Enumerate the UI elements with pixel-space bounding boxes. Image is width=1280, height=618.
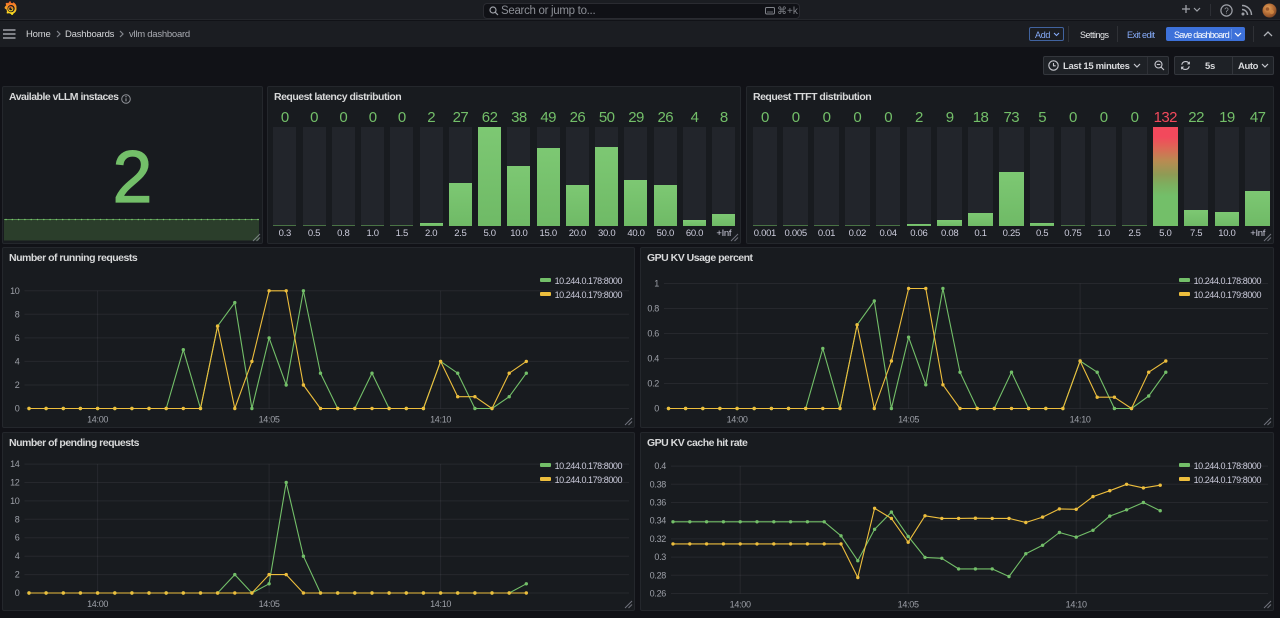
svg-text:10: 10 [10,496,20,506]
svg-text:14:00: 14:00 [730,600,751,610]
svg-text:0.4: 0.4 [647,354,659,364]
svg-text:14:00: 14:00 [87,415,108,425]
svg-text:0: 0 [15,588,20,598]
svg-text:0.38: 0.38 [650,479,667,489]
svg-text:14:05: 14:05 [898,415,919,425]
svg-text:0.4: 0.4 [654,461,666,471]
svg-text:0: 0 [15,404,20,414]
svg-text:8: 8 [15,309,20,319]
svg-text:0.36: 0.36 [650,498,667,508]
svg-text:4: 4 [15,551,20,561]
svg-text:14:05: 14:05 [898,600,919,610]
svg-text:1: 1 [654,279,659,289]
svg-text:12: 12 [10,478,20,488]
svg-text:14:10: 14:10 [430,415,451,425]
svg-text:0.8: 0.8 [647,304,659,314]
svg-text:14:05: 14:05 [259,599,280,609]
svg-text:6: 6 [15,533,20,543]
svg-text:10: 10 [10,286,20,296]
svg-text:8: 8 [15,514,20,524]
svg-text:0.32: 0.32 [650,534,667,544]
svg-text:14:10: 14:10 [430,599,451,609]
svg-text:14:00: 14:00 [727,415,748,425]
svg-text:0.28: 0.28 [650,570,667,580]
svg-text:4: 4 [15,356,20,366]
svg-text:14:10: 14:10 [1070,415,1091,425]
svg-text:0.26: 0.26 [650,589,667,599]
svg-text:14:05: 14:05 [259,415,280,425]
svg-text:6: 6 [15,333,20,343]
svg-text:2: 2 [15,380,20,390]
svg-text:0.3: 0.3 [654,552,666,562]
svg-text:0: 0 [654,404,659,414]
svg-text:?: ? [1224,6,1229,15]
svg-text:2: 2 [15,570,20,580]
svg-text:0.6: 0.6 [647,329,659,339]
svg-text:0.34: 0.34 [650,516,667,526]
svg-text:14:10: 14:10 [1066,600,1087,610]
svg-text:14: 14 [10,459,20,469]
svg-text:14:00: 14:00 [87,599,108,609]
svg-text:0.2: 0.2 [647,379,659,389]
